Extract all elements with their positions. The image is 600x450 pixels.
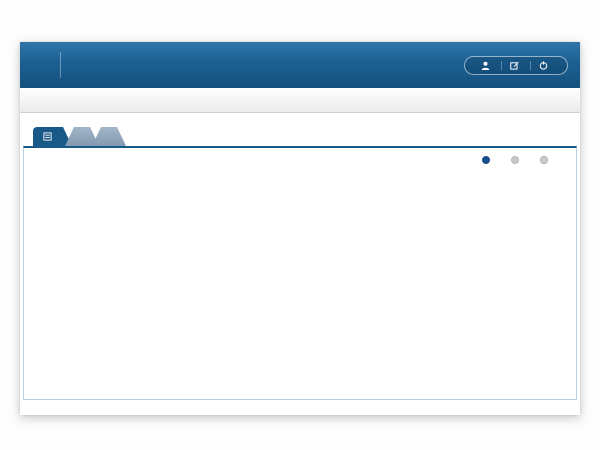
document-icon [43,132,52,141]
radio-today[interactable] [482,156,494,164]
radio-last-month[interactable] [540,156,552,164]
header-divider [60,52,61,78]
change-password-button[interactable] [501,61,530,70]
content-panel [23,146,577,400]
radio-dot-icon [511,156,519,164]
line-chart [33,188,578,338]
app-window [20,42,580,415]
main-nav [20,88,580,113]
radio-dot-icon [482,156,490,164]
range-filter-group [482,156,552,164]
logout-icon [539,61,548,70]
tab-bar [33,127,580,146]
radio-last-week[interactable] [511,156,523,164]
edit-icon [510,61,519,70]
tab-system-intro[interactable] [33,127,72,146]
user-icon [481,61,490,70]
current-user-button[interactable] [473,61,501,70]
desktop-canvas [0,0,600,450]
radio-dot-icon [540,156,548,164]
user-toolbar [464,56,568,75]
tab-sync-monitor-2[interactable] [92,127,126,146]
logout-button[interactable] [530,61,559,70]
app-header [20,42,580,88]
